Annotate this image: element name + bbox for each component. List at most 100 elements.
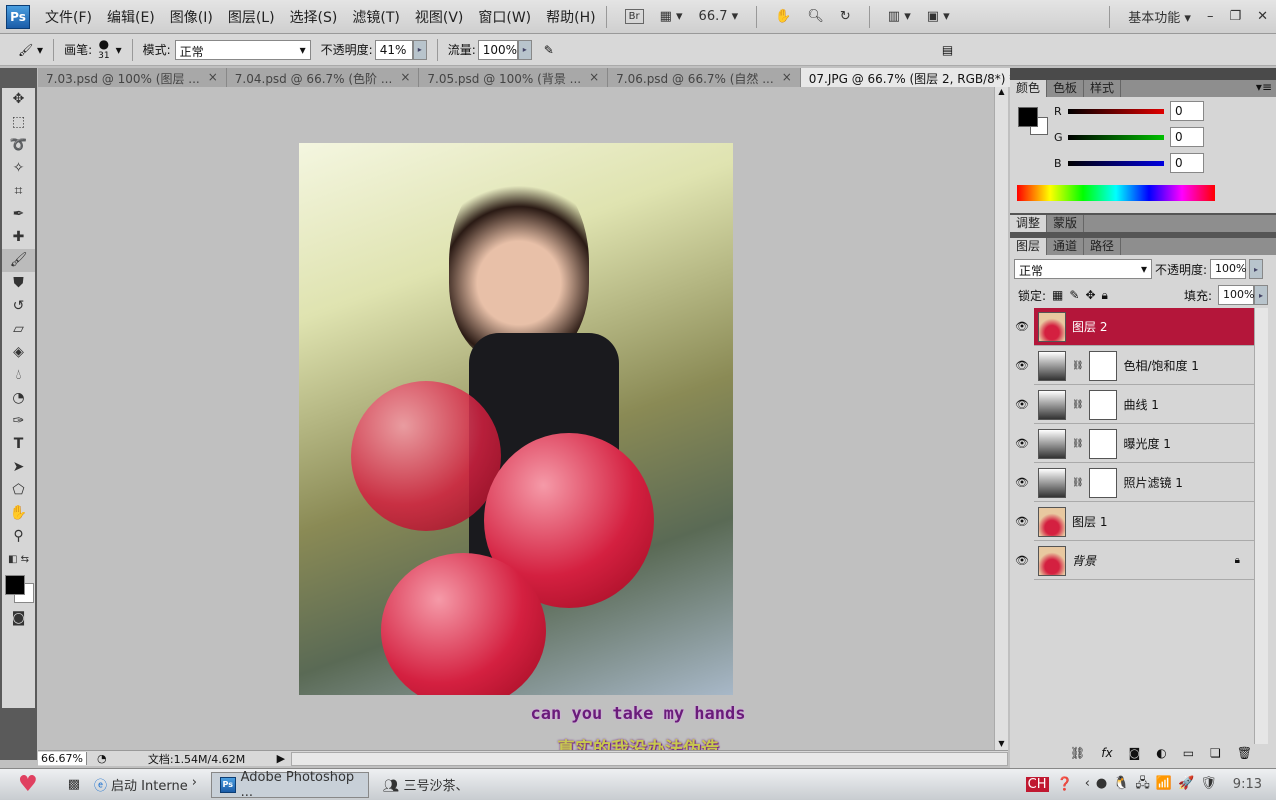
horizontal-scrollbar[interactable] [291, 751, 1008, 766]
taskbar-qq[interactable]: 👥︎ 三号沙茶、 [383, 775, 469, 794]
lock-all-icon[interactable]: 🔒︎ [1102, 288, 1108, 303]
status-menu-arrow[interactable]: ▶ [277, 752, 285, 765]
layer-visibility-eye-icon[interactable]: 👁︎ [1013, 542, 1031, 580]
input-language[interactable]: CH [1025, 777, 1049, 792]
menu-filter[interactable]: 滤镜(T) [352, 7, 399, 27]
layer-visibility-eye-icon[interactable]: 👁︎ [1013, 308, 1031, 346]
tab-7-04[interactable]: 7.04.psd @ 66.7% (色阶 ... × [227, 68, 420, 87]
flow-input[interactable]: 100% [477, 39, 518, 60]
layer-visibility-eye-icon[interactable]: 👁︎ [1013, 464, 1031, 502]
menu-select[interactable]: 选择(S) [290, 7, 338, 27]
mask-link-icon[interactable]: ⛓ [1072, 439, 1083, 449]
layer-visibility-eye-icon[interactable]: 👁︎ [1013, 347, 1031, 385]
type-tool-icon[interactable]: T [2, 433, 35, 456]
menu-image[interactable]: 图像(I) [170, 7, 213, 27]
foreground-swatch[interactable] [1018, 107, 1038, 127]
healing-brush-tool-icon[interactable]: ✚ [2, 226, 35, 249]
path-selection-tool-icon[interactable]: ➤ [2, 456, 35, 479]
layer-row[interactable]: ⛓ 色相/饱和度 1 [1034, 347, 1254, 385]
dodge-tool-icon[interactable]: ◔ [2, 387, 35, 410]
mask-link-icon[interactable]: ⛓ [1072, 361, 1083, 371]
tab-layers[interactable]: 图层 [1010, 238, 1048, 255]
tab-styles[interactable]: 样式 [1084, 80, 1122, 97]
new-layer-icon[interactable]: ❏ [1210, 746, 1221, 760]
blur-tool-icon[interactable]: 💧︎ [2, 364, 35, 387]
hand-tool-icon[interactable]: ✋ [2, 502, 35, 525]
link-layers-icon[interactable]: ⛓ [1070, 746, 1085, 760]
pen-tool-icon[interactable]: ✑ [2, 410, 35, 433]
layer-row[interactable]: ⛓ 照片滤镜 1 [1034, 464, 1254, 502]
screen-mode-icon[interactable]: ▣ ▾ [927, 9, 950, 24]
delete-layer-icon[interactable]: 🗑︎ [1237, 746, 1252, 760]
close-tab-icon[interactable]: × [782, 70, 792, 85]
rotate-view-icon[interactable]: ↻ [840, 9, 851, 24]
layer-row[interactable]: 图层 1 [1034, 503, 1254, 541]
arrange-documents-icon[interactable]: ▥ ▾ [888, 9, 911, 24]
opacity-input[interactable]: 41% [374, 39, 413, 60]
tab-7-05[interactable]: 7.05.psd @ 100% (背景 ... × [419, 68, 609, 87]
layer-mask-thumbnail[interactable] [1089, 428, 1118, 459]
tab-swatches[interactable]: 色板 [1047, 80, 1085, 97]
new-adjustment-layer-icon[interactable]: ◐ [1156, 746, 1166, 760]
menu-window[interactable]: 窗口(W) [478, 7, 531, 27]
marquee-tool-icon[interactable]: ⬚ [2, 111, 35, 134]
tab-07-jpg[interactable]: 07.JPG @ 66.7% (图层 2, RGB/8*) *× [800, 68, 1043, 87]
close-tab-icon[interactable]: × [208, 70, 218, 85]
panel-menu-icon[interactable]: ▾≡ [1256, 80, 1276, 97]
hand-tool-icon[interactable]: ✋ [775, 9, 791, 24]
move-tool-icon[interactable]: ✥ [2, 88, 35, 111]
layers-scrollbar[interactable] [1254, 308, 1268, 744]
tab-adjustments[interactable]: 调整 [1010, 215, 1048, 232]
eyedropper-tool-icon[interactable]: ✒ [2, 203, 35, 226]
shape-tool-icon[interactable]: ⬠ [2, 479, 35, 502]
magic-wand-tool-icon[interactable]: ✧ [2, 157, 35, 180]
tab-7-03[interactable]: 7.03.psd @ 100% (图层 ... × [38, 68, 227, 87]
minimize-icon[interactable]: – [1207, 9, 1214, 24]
fill-input[interactable]: 100% [1218, 285, 1254, 305]
brush-tool-preset-icon[interactable]: 🖌 ▾ [18, 43, 43, 57]
layer-row[interactable]: 图层 2 [1034, 308, 1254, 346]
mask-link-icon[interactable]: ⛓ [1072, 400, 1083, 410]
layer-mask-thumbnail[interactable] [1089, 389, 1118, 420]
close-tab-icon[interactable]: × [589, 70, 599, 85]
menu-view[interactable]: 视图(V) [415, 7, 464, 27]
blend-mode-select[interactable]: 正常 ▾ [1014, 259, 1152, 279]
tab-paths[interactable]: 路径 [1084, 238, 1122, 255]
document-image[interactable] [299, 143, 733, 695]
new-group-icon[interactable]: ▭ [1183, 746, 1194, 760]
history-brush-tool-icon[interactable]: ↺ [2, 295, 35, 318]
lasso-tool-icon[interactable]: ➰ [2, 134, 35, 157]
menu-layer[interactable]: 图层(L) [228, 7, 275, 27]
brush-tool-icon[interactable]: 🖌 [2, 249, 35, 272]
layer-row[interactable]: 背景 🔒︎ [1034, 542, 1254, 580]
layer-row[interactable]: ⛓ 曝光度 1 [1034, 425, 1254, 463]
zoom-tool-icon[interactable]: 🔍︎ [807, 9, 824, 24]
lock-transparent-icon[interactable]: ▦ [1052, 288, 1063, 302]
brush-picker[interactable]: ● 31 [98, 38, 109, 61]
layer-visibility-eye-icon[interactable]: 👁︎ [1013, 386, 1031, 424]
color-spectrum[interactable] [1017, 185, 1215, 201]
system-tray-icons[interactable]: ‹●🐧🖧📶🚀🛡 [1085, 774, 1223, 796]
zoom-field[interactable]: 66.67% [38, 752, 87, 765]
layer-row[interactable]: ⛓ 曲线 1 [1034, 386, 1254, 424]
airbrush-icon[interactable]: ✎ [544, 43, 554, 57]
red-slider[interactable] [1068, 109, 1164, 114]
layer-visibility-eye-icon[interactable]: 👁︎ [1013, 425, 1031, 463]
tab-masks[interactable]: 蒙版 [1047, 215, 1085, 232]
green-input[interactable]: 0 [1170, 127, 1204, 147]
layer-name[interactable]: 曲线 1 [1123, 396, 1158, 413]
desktop-icon[interactable]: ▩ [68, 777, 80, 792]
brush-panel-toggle-icon[interactable]: ▤ [942, 43, 953, 57]
blue-input[interactable]: 0 [1170, 153, 1204, 173]
quick-mask-icon[interactable]: ◙ [2, 607, 35, 630]
layer-name[interactable]: 背景 [1072, 552, 1096, 569]
tab-7-06[interactable]: 7.06.psd @ 66.7% (自然 ... × [608, 68, 801, 87]
layer-name[interactable]: 曝光度 1 [1123, 435, 1170, 452]
opacity-slider-button[interactable]: ▸ [412, 39, 427, 60]
add-mask-icon[interactable]: ◙ [1129, 746, 1141, 760]
layer-mask-thumbnail[interactable] [1089, 467, 1118, 498]
fill-slider-button[interactable]: ▸ [1254, 285, 1268, 305]
mask-link-icon[interactable]: ⛓ [1072, 478, 1083, 488]
bridge-button[interactable]: Br [624, 9, 644, 24]
taskbar-photoshop[interactable]: Ps Adobe Photoshop ... [210, 770, 369, 800]
